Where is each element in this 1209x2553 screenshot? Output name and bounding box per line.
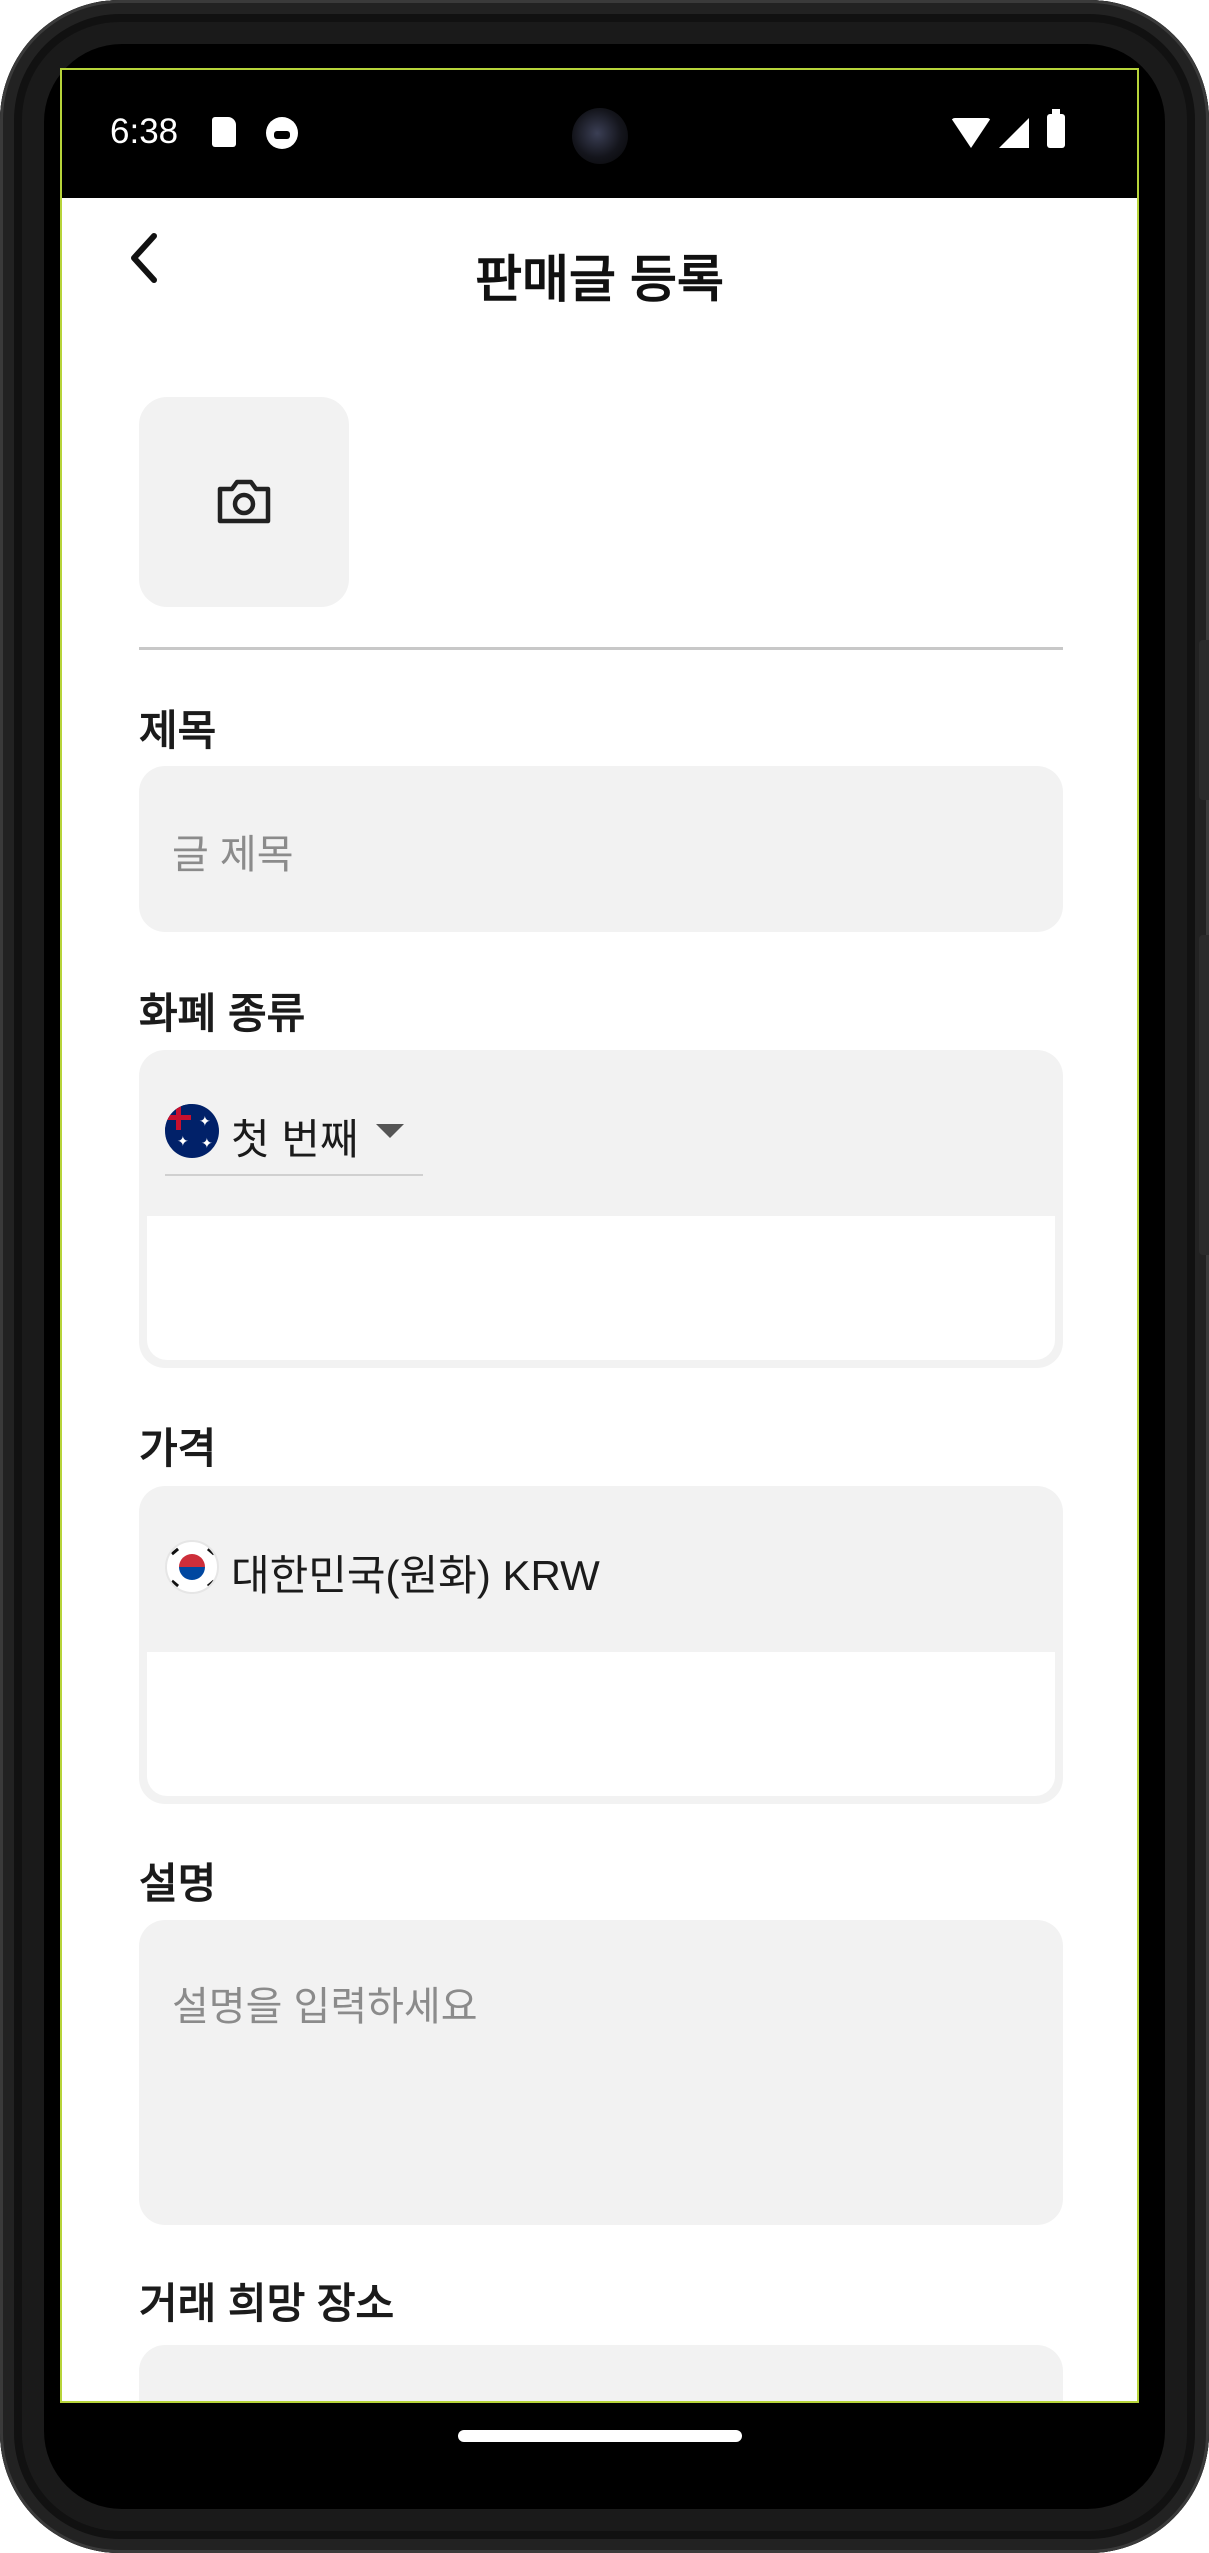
section-divider [139, 647, 1063, 650]
front-camera [572, 108, 628, 164]
phone-frame: 6:38 판매글 등록 제목 글 제목 화폐 종류 ✦ ✦ ✦ 첫 번째 가격 … [0, 0, 1209, 2553]
volume-button [1199, 935, 1209, 1255]
currency-selected-text: 첫 번째 [231, 1116, 359, 1163]
add-photo-button[interactable] [139, 397, 349, 607]
australia-flag-icon: ✦ ✦ ✦ [165, 1104, 219, 1158]
app-screen: 6:38 판매글 등록 제목 글 제목 화폐 종류 ✦ ✦ ✦ 첫 번째 가격 … [60, 68, 1139, 2403]
location-label: 거래 희망 장소 [139, 2280, 395, 2327]
description-label: 설명 [139, 1860, 217, 1907]
wifi-icon [951, 118, 991, 148]
page-title: 판매글 등록 [475, 251, 724, 308]
cat-icon [266, 117, 298, 149]
title-label: 제목 [139, 707, 217, 754]
currency-label: 화폐 종류 [139, 990, 306, 1037]
title-placeholder: 글 제목 [172, 833, 294, 877]
price-amount-input[interactable] [147, 1652, 1055, 1796]
price-label: 가격 [139, 1425, 217, 1472]
currency-amount-input[interactable] [147, 1216, 1055, 1360]
gesture-bar[interactable] [458, 2430, 742, 2442]
battery-icon [1047, 109, 1065, 148]
chevron-down-icon [376, 1124, 404, 1138]
location-input[interactable] [139, 2345, 1063, 2401]
sd-card-icon [212, 117, 236, 147]
app-bar: 판매글 등록 [62, 198, 1137, 328]
title-input[interactable]: 글 제목 [139, 766, 1063, 932]
price-field: 대한민국(원화) KRW [139, 1486, 1063, 1804]
description-input[interactable]: 설명을 입력하세요 [139, 1920, 1063, 2225]
status-bar: 6:38 [62, 70, 1137, 198]
currency-dropdown[interactable]: ✦ ✦ ✦ 첫 번째 [165, 1098, 423, 1176]
signal-icon [999, 118, 1029, 148]
status-time: 6:38 [110, 112, 179, 151]
description-placeholder: 설명을 입력하세요 [172, 1985, 478, 2029]
camera-icon [214, 473, 274, 529]
power-button [1199, 640, 1209, 800]
korea-flag-icon [165, 1540, 219, 1594]
price-currency-text: 대한민국(원화) KRW [231, 1552, 600, 1599]
currency-field: ✦ ✦ ✦ 첫 번째 [139, 1050, 1063, 1368]
